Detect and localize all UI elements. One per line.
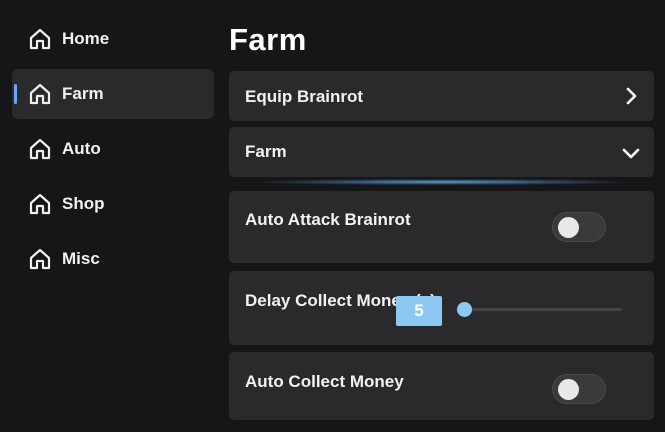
- sidebar-item-shop[interactable]: Shop: [12, 179, 214, 229]
- chevron-down-icon: [622, 148, 640, 159]
- auto-collect-label: Auto Collect Money: [245, 372, 404, 391]
- farm-section-header[interactable]: Farm: [229, 127, 654, 177]
- auto-collect-row: Auto Collect Money: [229, 352, 654, 420]
- menu-window: Home Farm Auto Shop Misc Farm Equip Brai…: [0, 0, 665, 432]
- sidebar-item-label: Shop: [62, 194, 105, 213]
- sidebar-item-farm[interactable]: Farm: [12, 69, 214, 119]
- delay-slider-thumb[interactable]: [457, 302, 472, 317]
- page-title: Farm: [229, 22, 307, 57]
- delay-slider-track[interactable]: [462, 308, 622, 311]
- toggle-knob: [558, 379, 579, 400]
- sidebar-item-label: Home: [62, 29, 110, 48]
- home-icon: [29, 83, 51, 105]
- delay-collect-row: Delay Collect Money (s) 5: [229, 271, 654, 345]
- sidebar-item-auto[interactable]: Auto: [12, 124, 214, 174]
- home-icon: [29, 138, 51, 160]
- auto-attack-toggle[interactable]: [552, 212, 606, 242]
- home-icon: [29, 193, 51, 215]
- chevron-right-icon: [626, 87, 637, 105]
- delay-slider-value: 5: [396, 296, 442, 326]
- toggle-knob: [558, 217, 579, 238]
- home-icon: [29, 28, 51, 50]
- sidebar-item-label: Farm: [62, 84, 104, 103]
- auto-collect-toggle[interactable]: [552, 374, 606, 404]
- sidebar-item-home[interactable]: Home: [12, 14, 214, 64]
- auto-attack-row: Auto Attack Brainrot: [229, 191, 654, 263]
- equip-brainrot-label: Equip Brainrot: [245, 87, 364, 106]
- active-indicator: [14, 84, 17, 104]
- sidebar-item-misc[interactable]: Misc: [12, 234, 214, 284]
- equip-brainrot-button[interactable]: Equip Brainrot: [229, 71, 654, 121]
- section-divider-glow: [262, 179, 622, 185]
- section-label: Farm: [245, 142, 287, 161]
- sidebar: Home Farm Auto Shop Misc: [12, 14, 214, 289]
- auto-attack-label: Auto Attack Brainrot: [245, 210, 411, 229]
- sidebar-item-label: Misc: [62, 249, 100, 268]
- sidebar-item-label: Auto: [62, 139, 101, 158]
- home-icon: [29, 248, 51, 270]
